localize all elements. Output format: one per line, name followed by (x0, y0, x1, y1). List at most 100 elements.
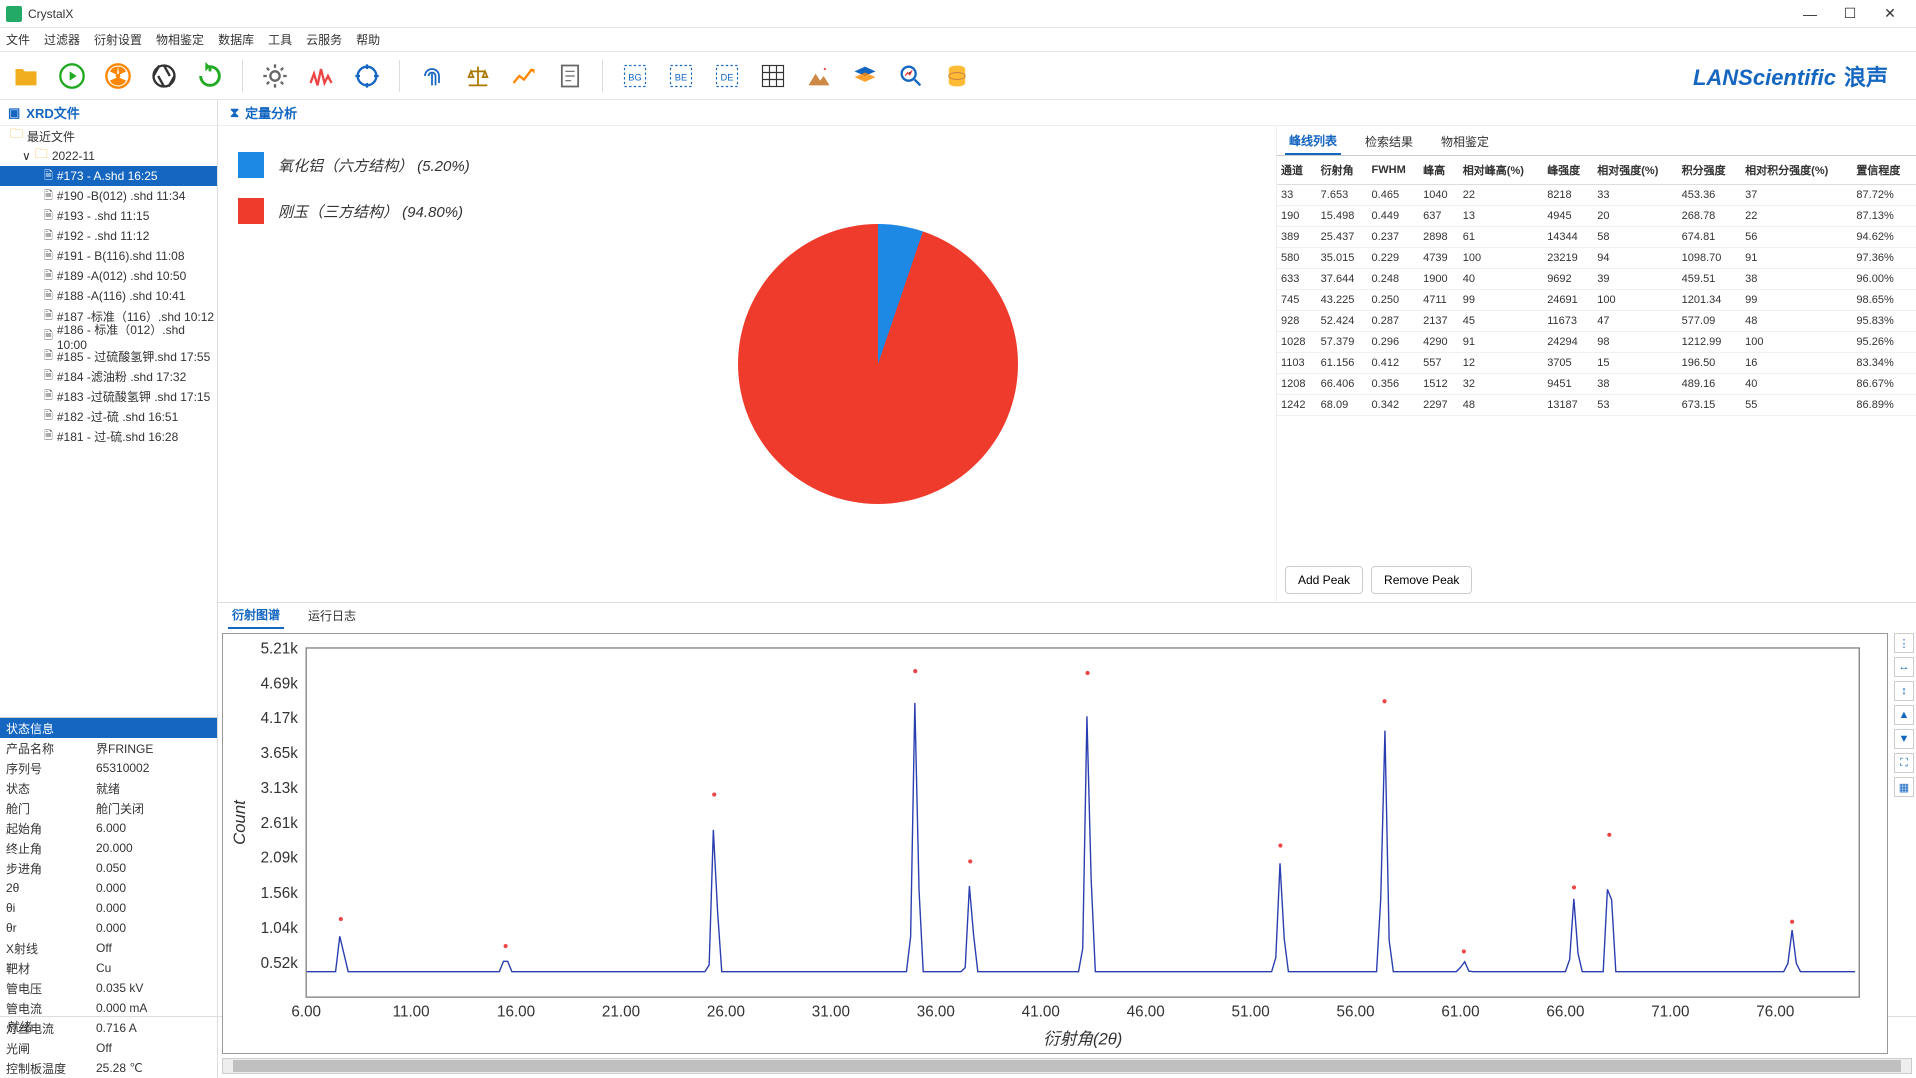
remove-peak-button[interactable]: Remove Peak (1371, 566, 1472, 594)
menu-item[interactable]: 物相鉴定 (156, 31, 204, 48)
tool-fit-icon[interactable]: ⛶ (1894, 753, 1914, 773)
status-list: 产品名称界FRINGE序列号65310002状态就绪舱门舱门关闭起始角6.000… (0, 738, 217, 1078)
tab[interactable]: 物相鉴定 (1437, 127, 1493, 155)
fingerprint-icon[interactable] (414, 58, 450, 94)
menu-item[interactable]: 过滤器 (44, 31, 80, 48)
svg-text:BG: BG (628, 72, 641, 82)
tree-file[interactable]: 🗎#189 -A(012) .shd 10:50 (0, 266, 217, 286)
tool-up-icon[interactable]: ▲ (1894, 705, 1914, 725)
tree-file[interactable]: 🗎#182 -过-硫 .shd 16:51 (0, 406, 217, 426)
tree-file[interactable]: 🗎#193 - .shd 11:15 (0, 206, 217, 226)
chart-tab[interactable]: 衍射图谱 (228, 601, 284, 629)
toolbar: BG BE DE LANScientific浪声 (0, 52, 1916, 100)
open-file-button[interactable] (8, 58, 44, 94)
status-row: 产品名称界FRINGE (0, 738, 217, 758)
tree-file[interactable]: 🗎#173 - A.shd 16:25 (0, 166, 217, 186)
quant-header: ⧗ 定量分析 (218, 100, 1916, 126)
table-row[interactable]: 124268.090.3422297481318753673.155586.89… (1277, 395, 1916, 416)
status-row: 舱门舱门关闭 (0, 798, 217, 818)
tree-file[interactable]: 🗎#186 - 标准（012）.shd 10:00 (0, 326, 217, 346)
tree-file[interactable]: 🗎#185 - 过硫酸氢钾.shd 17:55 (0, 346, 217, 366)
bg-icon[interactable]: BG (617, 58, 653, 94)
table-row[interactable]: 38925.4370.2372898611434458674.815694.62… (1277, 227, 1916, 248)
tree-recent[interactable]: 🗀最近文件 (0, 126, 217, 146)
menu-item[interactable]: 工具 (268, 31, 292, 48)
col-header[interactable]: 置信程度 (1852, 156, 1916, 185)
svg-text:3.13k: 3.13k (261, 780, 299, 797)
col-header[interactable]: 衍射角 (1317, 156, 1368, 185)
tab[interactable]: 峰线列表 (1285, 127, 1341, 155)
minimize-button[interactable]: — (1790, 0, 1830, 28)
refresh-icon[interactable] (192, 58, 228, 94)
close-button[interactable]: ✕ (1870, 0, 1910, 28)
table-row[interactable]: 337.6530.465104022821833453.363787.72% (1277, 185, 1916, 206)
table-row[interactable]: 102857.3790.29642909124294981212.9910095… (1277, 332, 1916, 353)
col-header[interactable]: 相对峰高(%) (1459, 156, 1543, 185)
menu-item[interactable]: 数据库 (218, 31, 254, 48)
table-row[interactable]: 19015.4980.44963713494520268.782287.13% (1277, 206, 1916, 227)
tool-grid-icon[interactable]: ▦ (1894, 777, 1914, 797)
table-row[interactable]: 74543.2250.250471199246911001201.349998.… (1277, 290, 1916, 311)
menu-item[interactable]: 帮助 (356, 31, 380, 48)
table-row[interactable]: 92852.4240.2872137451167347577.094895.83… (1277, 311, 1916, 332)
add-peak-button[interactable]: Add Peak (1285, 566, 1363, 594)
peak-table[interactable]: 通道衍射角FWHM峰高相对峰高(%)峰强度相对强度(%)积分强度相对积分强度(%… (1277, 156, 1916, 558)
col-header[interactable]: 峰强度 (1543, 156, 1593, 185)
menu-item[interactable]: 云服务 (306, 31, 342, 48)
mountain-icon[interactable] (801, 58, 837, 94)
grid-icon[interactable] (755, 58, 791, 94)
tree-file[interactable]: 🗎#184 -滤油粉 .shd 17:32 (0, 366, 217, 386)
svg-text:4.69k: 4.69k (261, 675, 299, 692)
tree-file[interactable]: 🗎#192 - .shd 11:12 (0, 226, 217, 246)
tree-file[interactable]: 🗎#190 -B(012) .shd 11:34 (0, 186, 217, 206)
menu-item[interactable]: 衍射设置 (94, 31, 142, 48)
trend-icon[interactable] (506, 58, 542, 94)
target-icon[interactable] (349, 58, 385, 94)
play-button[interactable] (54, 58, 90, 94)
database-icon[interactable] (939, 58, 975, 94)
table-row[interactable]: 58035.0150.229473910023219941098.709197.… (1277, 248, 1916, 269)
balance-icon[interactable] (460, 58, 496, 94)
svg-text:16.00: 16.00 (497, 1004, 535, 1021)
menu-item[interactable]: 文件 (6, 31, 30, 48)
tree-file[interactable]: 🗎#191 - B(116).shd 11:08 (0, 246, 217, 266)
gear-icon[interactable] (257, 58, 293, 94)
report-icon[interactable] (552, 58, 588, 94)
tree-file[interactable]: 🗎#183 -过硫酸氢钾 .shd 17:15 (0, 386, 217, 406)
tree-file[interactable]: 🗎#188 -A(116) .shd 10:41 (0, 286, 217, 306)
chart-tab[interactable]: 运行日志 (304, 601, 360, 629)
col-header[interactable]: 通道 (1277, 156, 1317, 185)
col-header[interactable]: 峰高 (1419, 156, 1459, 185)
svg-text:26.00: 26.00 (707, 1004, 745, 1021)
svg-text:21.00: 21.00 (602, 1004, 640, 1021)
layers-icon[interactable] (847, 58, 883, 94)
col-header[interactable]: FWHM (1368, 156, 1420, 185)
table-row[interactable]: 110361.1560.41255712370515196.501683.34% (1277, 353, 1916, 374)
maximize-button[interactable]: ☐ (1830, 0, 1870, 28)
chart-scrollbar[interactable] (222, 1058, 1912, 1074)
status-row: θi0.000 (0, 898, 217, 918)
table-row[interactable]: 63337.6440.248190040969239459.513896.00% (1277, 269, 1916, 290)
tree-file[interactable]: 🗎#181 - 过-硫.shd 16:28 (0, 426, 217, 446)
be-icon[interactable]: BE (663, 58, 699, 94)
tool-down-icon[interactable]: ▼ (1894, 729, 1914, 749)
col-header[interactable]: 相对强度(%) (1593, 156, 1677, 185)
col-header[interactable]: 相对积分强度(%) (1741, 156, 1852, 185)
search-chart-icon[interactable] (893, 58, 929, 94)
tool-menu-icon[interactable]: ⋮ (1894, 633, 1914, 653)
chart-tabs: 衍射图谱运行日志 (218, 603, 1916, 629)
de-icon[interactable]: DE (709, 58, 745, 94)
status-row: 步进角0.050 (0, 858, 217, 878)
file-tree[interactable]: 🗀最近文件∨🗀2022-11🗎#173 - A.shd 16:25🗎#190 -… (0, 126, 217, 717)
svg-text:Count: Count (230, 799, 249, 845)
col-header[interactable]: 积分强度 (1678, 156, 1742, 185)
tool-stretch-x-icon[interactable]: ↔ (1894, 657, 1914, 677)
spectrum-icon[interactable] (303, 58, 339, 94)
tab[interactable]: 检索结果 (1361, 127, 1417, 155)
tree-folder[interactable]: ∨🗀2022-11 (0, 146, 217, 166)
radiation-icon[interactable] (100, 58, 136, 94)
tool-stretch-y-icon[interactable]: ↕ (1894, 681, 1914, 701)
aperture-icon[interactable] (146, 58, 182, 94)
table-row[interactable]: 120866.4060.356151232945138489.164086.67… (1277, 374, 1916, 395)
diffraction-chart[interactable]: 0.52k1.04k1.56k2.09k2.61k3.13k3.65k4.17k… (222, 633, 1888, 1054)
